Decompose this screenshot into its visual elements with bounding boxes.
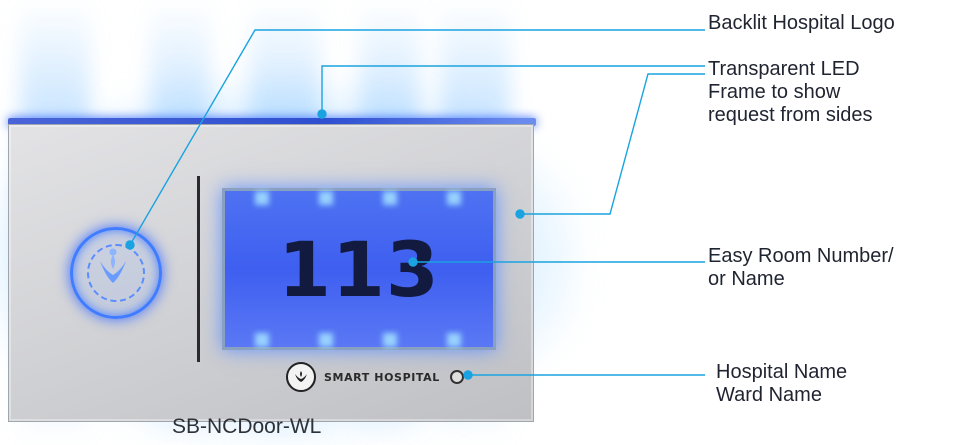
- callout-backlit-logo-text: Backlit Hospital Logo: [708, 12, 895, 34]
- leader-dot-room-number: [408, 257, 418, 267]
- callout-led-frame: Transparent LED Frame to show request fr…: [708, 58, 873, 127]
- leader-line-logo: [129, 29, 705, 246]
- callout-hospital-name-line1: Hospital Name: [716, 361, 848, 383]
- callout-hospital-name-line2: Ward Name: [716, 384, 822, 406]
- leader-dot-frame-top: [317, 109, 327, 119]
- callout-room-number-line1: Easy Room Number/: [708, 245, 894, 267]
- leader-line-frame-side: [520, 73, 705, 215]
- leader-dot-logo: [125, 240, 135, 250]
- callout-led-frame-line3: request from sides: [708, 104, 873, 126]
- callout-room-number-line2: or Name: [708, 268, 785, 290]
- product-model-caption: SB-NCDoor-WL: [172, 415, 322, 438]
- leader-line-frame-top: [321, 65, 705, 114]
- callout-backlit-logo: Backlit Hospital Logo: [708, 12, 895, 35]
- product-illustration: 113 SMART HOSPITAL Backlit Hospital Logo…: [0, 0, 961, 445]
- leader-dot-frame-side: [515, 209, 525, 219]
- callout-led-frame-line2: Frame to show: [708, 81, 841, 103]
- callout-room-number: Easy Room Number/ or Name: [708, 245, 894, 291]
- callout-led-frame-line1: Transparent LED: [708, 58, 860, 80]
- leader-dot-hospital-name: [463, 370, 473, 380]
- callout-hospital-name: Hospital Name Ward Name: [716, 361, 847, 407]
